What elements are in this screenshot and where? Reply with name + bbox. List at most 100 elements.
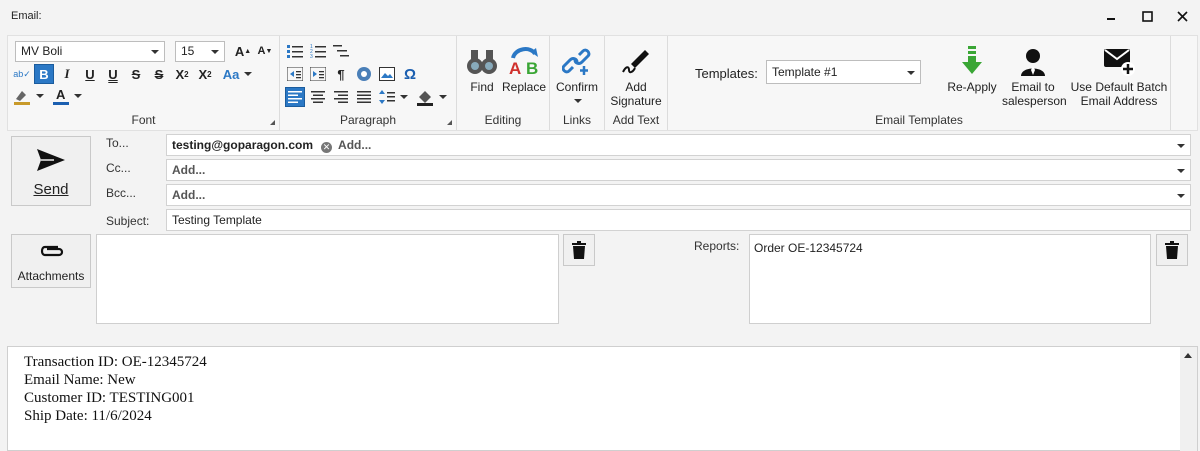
align-center-icon[interactable] — [308, 87, 328, 107]
send-button[interactable]: Send — [11, 136, 91, 206]
subject-field[interactable]: Testing Template — [166, 209, 1191, 231]
use-default-batch-button[interactable]: Use Default Batch Email Address — [1069, 42, 1169, 108]
close-button[interactable] — [1172, 6, 1192, 26]
symbol-omega-icon[interactable]: Ω — [400, 64, 420, 84]
report-item[interactable]: Order OE-12345724 — [754, 241, 863, 255]
maximize-icon — [1141, 10, 1153, 22]
signature-pen-icon — [622, 50, 649, 74]
chevron-down-icon[interactable] — [74, 94, 82, 98]
ribbon: MV Boli 15 A ▲ A ▼ ab✓ B I U U S S X2 X2 A… — [7, 35, 1198, 131]
bullet-list-icon[interactable] — [285, 41, 305, 61]
email-body-editor[interactable]: Transaction ID: OE-12345724 Email Name: … — [7, 346, 1198, 451]
replace-icon: AB — [509, 47, 538, 76]
font-size-combo[interactable]: 15 — [175, 41, 225, 62]
email-body-text[interactable]: Transaction ID: OE-12345724 Email Name: … — [24, 353, 207, 425]
subject-value: Testing Template — [172, 213, 262, 227]
change-case-icon[interactable]: Aa — [219, 64, 243, 84]
editing-group: Find AB Replace Editing — [457, 36, 550, 130]
attachments-button[interactable]: Attachments — [11, 234, 91, 288]
chevron-down-icon[interactable] — [1177, 169, 1185, 173]
use-default-batch-label: Use Default Batch Email Address — [1070, 80, 1168, 108]
italic-icon[interactable]: I — [57, 64, 77, 84]
to-label[interactable]: To... — [106, 136, 129, 150]
multilevel-list-icon[interactable] — [331, 41, 351, 61]
links-group: Confirm Links — [550, 36, 605, 130]
double-underline-icon[interactable]: U — [103, 64, 123, 84]
paperclip-icon — [40, 245, 64, 257]
double-strikethrough-icon[interactable]: S — [149, 64, 169, 84]
font-size-value: 15 — [181, 44, 195, 58]
to-field[interactable]: testing@goparagon.com ✕ Add... — [166, 134, 1191, 156]
font-dialog-launcher[interactable] — [270, 120, 275, 125]
decrease-indent-icon[interactable] — [285, 64, 305, 84]
chevron-down-icon[interactable] — [244, 72, 252, 76]
cc-label[interactable]: Cc... — [106, 161, 131, 175]
recipient-chip[interactable]: testing@goparagon.com — [172, 138, 313, 152]
subject-label: Subject: — [106, 214, 150, 228]
align-left-icon[interactable] — [285, 87, 305, 107]
increase-indent-icon[interactable] — [308, 64, 328, 84]
strikethrough-icon[interactable]: S — [126, 64, 146, 84]
body-line: Email Name: New — [24, 372, 136, 388]
scroll-up-icon[interactable] — [1184, 353, 1192, 358]
add-text-group-label: Add Text — [612, 113, 660, 127]
delete-report-button[interactable] — [1156, 234, 1188, 266]
chevron-down-icon[interactable] — [400, 95, 408, 99]
add-signature-button[interactable]: Add Signature — [607, 42, 665, 108]
link-icon — [562, 48, 591, 75]
minimize-icon — [1107, 18, 1115, 20]
bcc-label[interactable]: Bcc... — [106, 186, 136, 200]
email-templates-group-label: Email Templates — [875, 113, 963, 127]
email-templates-group: Templates: Template #1 Re-Apply Email to… — [668, 36, 1171, 130]
template-combo[interactable]: Template #1 — [766, 60, 921, 84]
delete-attachment-button[interactable] — [563, 234, 595, 266]
chevron-down-icon[interactable] — [1177, 144, 1185, 148]
confirm-button[interactable]: Confirm — [552, 42, 602, 103]
templates-label: Templates: — [695, 66, 758, 81]
font-name-combo[interactable]: MV Boli — [15, 41, 165, 62]
email-to-salesperson-button[interactable]: Email to salesperson — [1002, 42, 1067, 108]
send-icon — [37, 149, 65, 171]
cc-field[interactable]: Add... — [166, 159, 1191, 181]
body-line: Ship Date: 11/6/2024 — [24, 408, 152, 424]
bcc-field[interactable]: Add... — [166, 184, 1191, 206]
vertical-scrollbar[interactable] — [1180, 347, 1197, 451]
font-group-label: Font — [131, 113, 156, 127]
minimize-button[interactable] — [1101, 6, 1121, 26]
chevron-down-icon[interactable] — [36, 94, 44, 98]
maximize-button[interactable] — [1137, 6, 1157, 26]
reports-list[interactable]: Order OE-12345724 — [749, 234, 1151, 324]
insert-picture-icon[interactable] — [377, 64, 397, 84]
numbered-list-icon[interactable]: 123 — [308, 41, 328, 61]
align-right-icon[interactable] — [331, 87, 351, 107]
bcc-add-placeholder: Add... — [172, 188, 206, 202]
bold-icon[interactable]: B — [34, 64, 54, 84]
font-color-icon[interactable]: A — [51, 86, 71, 106]
attachments-list[interactable] — [96, 234, 559, 324]
find-button[interactable]: Find — [462, 42, 502, 94]
add-text-group: Add Signature Add Text — [605, 36, 668, 130]
reapply-button[interactable]: Re-Apply — [944, 42, 1000, 94]
chevron-down-icon[interactable] — [439, 95, 447, 99]
pilcrow-icon[interactable]: ¶ — [331, 64, 351, 84]
replace-button[interactable]: AB Replace — [502, 42, 546, 94]
grow-font-icon[interactable]: A ▲ — [233, 41, 253, 61]
window-title: Email: — [11, 10, 42, 22]
subscript-icon[interactable]: X2 — [195, 64, 215, 84]
highlight-icon[interactable] — [12, 86, 32, 106]
shading-icon[interactable] — [415, 87, 435, 107]
superscript-icon[interactable]: X2 — [172, 64, 192, 84]
justify-icon[interactable] — [354, 87, 374, 107]
find-label: Find — [470, 80, 494, 94]
confirm-label: Confirm — [555, 80, 598, 94]
send-label: Send — [33, 181, 69, 198]
paragraph-dialog-launcher[interactable] — [447, 120, 452, 125]
close-icon — [1176, 10, 1188, 22]
remove-recipient-icon[interactable]: ✕ — [321, 142, 333, 153]
chevron-down-icon[interactable] — [1177, 194, 1185, 198]
spellcheck-icon[interactable]: ab✓ — [12, 64, 32, 84]
shrink-font-icon[interactable]: A ▼ — [255, 41, 275, 61]
underline-icon[interactable]: U — [80, 64, 100, 84]
line-spacing-icon[interactable] — [377, 87, 397, 107]
insert-image-icon[interactable] — [354, 64, 374, 84]
